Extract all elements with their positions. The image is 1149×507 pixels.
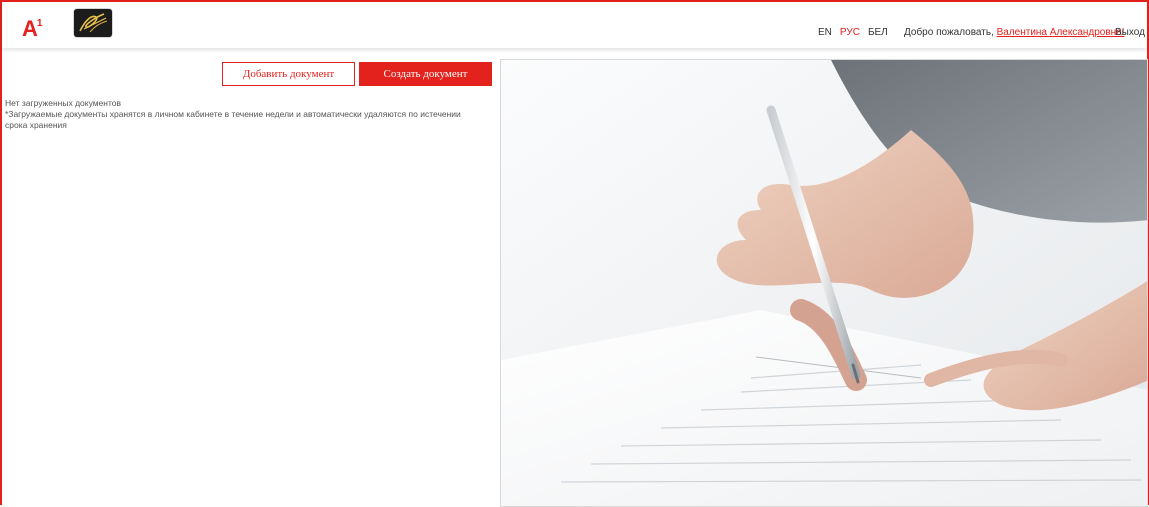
lang-ru[interactable]: РУС (840, 27, 860, 38)
welcome-message: Добро пожаловать, Валентина Александровн… (904, 27, 1125, 38)
a1-logo[interactable]: A1 (22, 12, 46, 41)
signature-logo-icon[interactable] (74, 9, 112, 37)
top-bar: A1 EN РУС БЕЛ Добро пожаловать, Валентин… (2, 2, 1147, 48)
user-profile-link[interactable]: Валентина Александровна! (997, 27, 1125, 38)
hero-image (500, 59, 1148, 507)
welcome-prefix: Добро пожаловать, (904, 27, 994, 38)
signing-document-illustration (501, 60, 1147, 506)
create-document-button[interactable]: Создать документ (359, 62, 492, 86)
app-frame: A1 EN РУС БЕЛ Добро пожаловать, Валентин… (0, 0, 1149, 507)
storage-note-text: *Загружаемые документы хранятся в личном… (5, 109, 461, 130)
add-document-button[interactable]: Добавить документ (222, 62, 355, 86)
language-switcher: EN РУС БЕЛ (818, 27, 888, 38)
logout-link[interactable]: Выход (1115, 27, 1145, 38)
empty-documents-text: Нет загруженных документов (5, 98, 122, 108)
lang-by[interactable]: БЕЛ (868, 27, 888, 38)
lang-en[interactable]: EN (818, 27, 832, 38)
documents-info: Нет загруженных документов *Загружаемые … (5, 98, 485, 131)
